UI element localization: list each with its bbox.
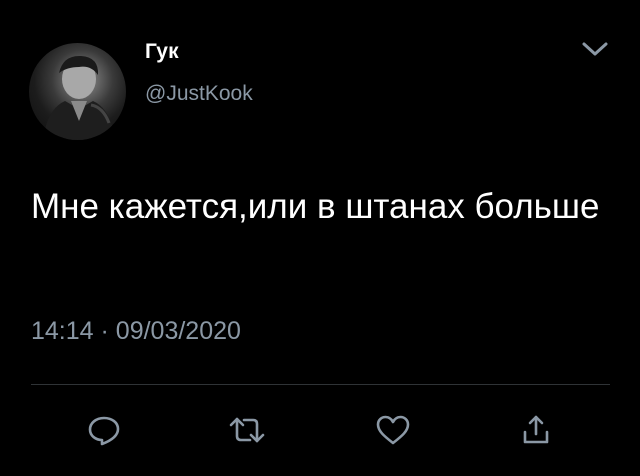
heart-icon <box>376 415 410 445</box>
tweet-time: 14:14 <box>31 317 94 345</box>
chevron-down-icon[interactable] <box>580 38 610 60</box>
retweet-button[interactable] <box>227 412 267 448</box>
tweet-date: 09/03/2020 <box>115 317 241 345</box>
reply-icon <box>88 416 120 446</box>
share-button[interactable] <box>516 412 556 448</box>
like-button[interactable] <box>373 412 413 448</box>
retweet-icon <box>229 417 265 443</box>
avatar-photo <box>43 55 115 140</box>
avatar[interactable] <box>29 43 126 140</box>
divider <box>31 384 610 385</box>
tweet-text: Мне кажется,или в штанах больше <box>31 187 600 226</box>
tweet-timestamp[interactable]: 14:14 · 09/03/2020 <box>31 317 241 346</box>
share-icon <box>523 415 549 444</box>
reply-button[interactable] <box>84 412 124 448</box>
author-handle[interactable]: @JustKook <box>145 82 253 106</box>
author-name[interactable]: Гук <box>145 40 179 64</box>
meta-separator: · <box>100 317 109 345</box>
